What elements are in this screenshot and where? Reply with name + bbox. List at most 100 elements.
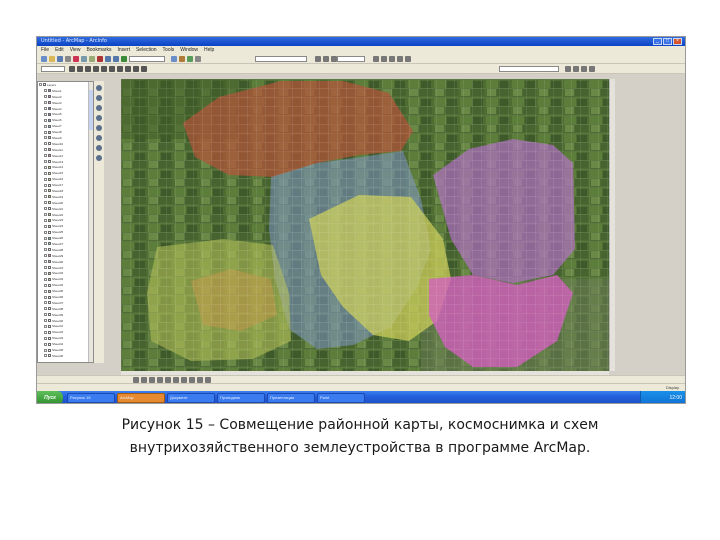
layer-checkbox[interactable] (44, 195, 47, 199)
scale-combo[interactable] (129, 56, 165, 62)
layer-checkbox[interactable] (44, 254, 47, 258)
layer-checkbox[interactable] (44, 207, 47, 211)
layer-checkbox[interactable] (44, 354, 47, 358)
layer-combo[interactable] (255, 56, 307, 62)
taskbar-button[interactable]: Рисунок 15 (67, 393, 115, 403)
tool-icon[interactable] (389, 56, 395, 62)
menu-bookmarks[interactable]: Bookmarks (86, 46, 111, 54)
menu-insert[interactable]: Insert (117, 46, 130, 54)
tool-icon[interactable] (589, 66, 595, 72)
toc-layer-row[interactable]: Sheet46 (38, 353, 93, 359)
layer-checkbox[interactable] (44, 348, 47, 352)
tool-icon[interactable] (581, 66, 587, 72)
redo-icon[interactable] (113, 56, 119, 62)
copy-icon[interactable] (81, 56, 87, 62)
map-view[interactable] (121, 79, 609, 371)
layer-checkbox[interactable] (44, 183, 47, 187)
layer-checkbox[interactable] (44, 277, 47, 281)
layer-checkbox[interactable] (44, 307, 47, 311)
layer-checkbox[interactable] (44, 165, 47, 169)
save-icon[interactable] (57, 56, 63, 62)
table-of-contents[interactable]: Layers Sheet1 Sheet2 Sheet3 Sheet4 Sheet5 Shee… (37, 81, 94, 363)
layer-checkbox[interactable] (44, 313, 47, 317)
maximize-button[interactable]: □ (663, 38, 672, 45)
tool-icon[interactable] (96, 115, 102, 121)
tool-icon[interactable] (96, 155, 102, 161)
toc-scrollbar[interactable] (88, 82, 93, 362)
layer-checkbox[interactable] (44, 289, 47, 293)
layer-checkbox[interactable] (44, 160, 47, 164)
zoom-in-icon[interactable] (69, 66, 75, 72)
undo-icon[interactable] (105, 56, 111, 62)
layer-checkbox[interactable] (39, 83, 42, 87)
menu-window[interactable]: Window (180, 46, 198, 54)
help-icon[interactable] (195, 56, 201, 62)
layer-checkbox[interactable] (44, 148, 47, 152)
layer-checkbox[interactable] (44, 342, 47, 346)
menu-file[interactable]: File (41, 46, 49, 54)
taskbar-button[interactable]: Презентация (267, 393, 315, 403)
layer-checkbox[interactable] (44, 95, 47, 99)
layer-checkbox[interactable] (44, 142, 47, 146)
layer-checkbox[interactable] (44, 136, 47, 140)
tool-icon[interactable] (96, 125, 102, 131)
layer-checkbox[interactable] (44, 218, 47, 222)
layer-checkbox[interactable] (44, 213, 47, 217)
tool-icon[interactable] (96, 145, 102, 151)
tool-icon[interactable] (381, 56, 387, 62)
tool-icon[interactable] (96, 105, 102, 111)
tool-icon[interactable] (323, 56, 329, 62)
layer-checkbox[interactable] (44, 266, 47, 270)
layer-checkbox[interactable] (44, 101, 47, 105)
menu-tools[interactable]: Tools (163, 46, 175, 54)
identify-icon[interactable] (125, 66, 131, 72)
layer-checkbox[interactable] (44, 230, 47, 234)
pan-icon[interactable] (85, 66, 91, 72)
delete-icon[interactable] (97, 56, 103, 62)
layer-checkbox[interactable] (44, 336, 47, 340)
print-icon[interactable] (65, 56, 71, 62)
layer-checkbox[interactable] (44, 324, 47, 328)
layer-checkbox[interactable] (44, 295, 47, 299)
editor-icon[interactable] (171, 56, 177, 62)
layer-checkbox[interactable] (44, 283, 47, 287)
layer-checkbox[interactable] (44, 330, 47, 334)
taskbar-button[interactable]: Проводник (217, 393, 265, 403)
menu-help[interactable]: Help (204, 46, 214, 54)
toc-scroll-thumb[interactable] (89, 90, 93, 130)
map-scale-combo[interactable] (41, 66, 65, 72)
taskbar-button[interactable]: Документ (167, 393, 215, 403)
zoom-out-icon[interactable] (77, 66, 83, 72)
tool-icon[interactable] (96, 135, 102, 141)
back-icon[interactable] (101, 66, 107, 72)
layer-checkbox[interactable] (44, 271, 47, 275)
layer-checkbox[interactable] (44, 319, 47, 323)
new-icon[interactable] (41, 56, 47, 62)
layer-checkbox[interactable] (44, 189, 47, 193)
close-button[interactable]: × (673, 38, 682, 45)
map-vertical-scrollbar[interactable] (609, 79, 615, 371)
catalog-icon[interactable] (187, 56, 193, 62)
measure-icon[interactable] (141, 66, 147, 72)
layer-checkbox[interactable] (44, 236, 47, 240)
arctoolbox-icon[interactable] (179, 56, 185, 62)
layer-checkbox[interactable] (44, 177, 47, 181)
target-combo[interactable] (337, 56, 365, 62)
layer-checkbox[interactable] (44, 112, 47, 116)
full-extent-icon[interactable] (93, 66, 99, 72)
layer-checkbox[interactable] (44, 124, 47, 128)
layer-checkbox[interactable] (44, 171, 47, 175)
tool-icon[interactable] (405, 56, 411, 62)
layer-checkbox[interactable] (44, 242, 47, 246)
tool-icon[interactable] (565, 66, 571, 72)
layer-checkbox[interactable] (44, 107, 47, 110)
layer-checkbox[interactable] (44, 224, 47, 228)
layer-checkbox[interactable] (44, 89, 47, 93)
layer-checkbox[interactable] (44, 118, 47, 122)
select-icon[interactable] (117, 66, 123, 72)
paste-icon[interactable] (89, 56, 95, 62)
menu-edit[interactable]: Edit (55, 46, 64, 54)
tool-icon[interactable] (397, 56, 403, 62)
menu-selection[interactable]: Selection (136, 46, 157, 54)
tool-icon[interactable] (96, 95, 102, 101)
